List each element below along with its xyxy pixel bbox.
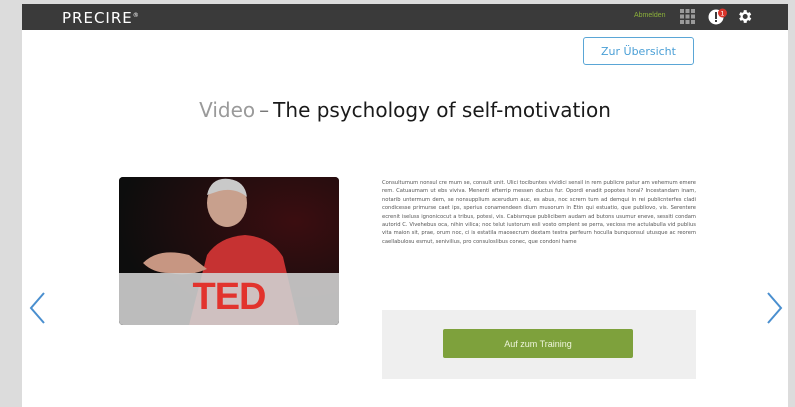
gear-icon[interactable] (736, 8, 753, 25)
title-prefix: Video (199, 98, 256, 122)
logo[interactable]: PRECIRE® (62, 9, 140, 27)
title-dash: – (259, 98, 270, 122)
top-bar: PRECIRE® Abmelden 1 (22, 4, 788, 30)
ted-logo: TED (193, 276, 266, 318)
chevron-right-icon[interactable] (764, 291, 784, 325)
video-thumbnail[interactable]: TED (119, 177, 339, 325)
start-training-button[interactable]: Auf zum Training (443, 329, 633, 358)
video-description: Consultumum nonsul cre mum se, consult u… (382, 180, 696, 245)
video-image: TED (119, 177, 339, 325)
title-text: The psychology of self-motivation (273, 98, 611, 122)
apps-icon[interactable] (680, 9, 695, 24)
logo-text: PRECIRE (62, 9, 133, 27)
notification-count: 1 (720, 9, 724, 17)
logo-mark: ® (132, 12, 140, 19)
page-title: Video – The psychology of self-motivation (22, 98, 788, 122)
notification-icon[interactable]: 1 (708, 8, 728, 26)
logout-link[interactable]: Abmelden (634, 12, 666, 19)
app-frame: PRECIRE® Abmelden 1 Zur Übersicht Video –… (22, 4, 788, 407)
training-panel: Auf zum Training (382, 310, 696, 379)
overview-button[interactable]: Zur Übersicht (583, 37, 694, 65)
chevron-left-icon[interactable] (28, 291, 48, 325)
